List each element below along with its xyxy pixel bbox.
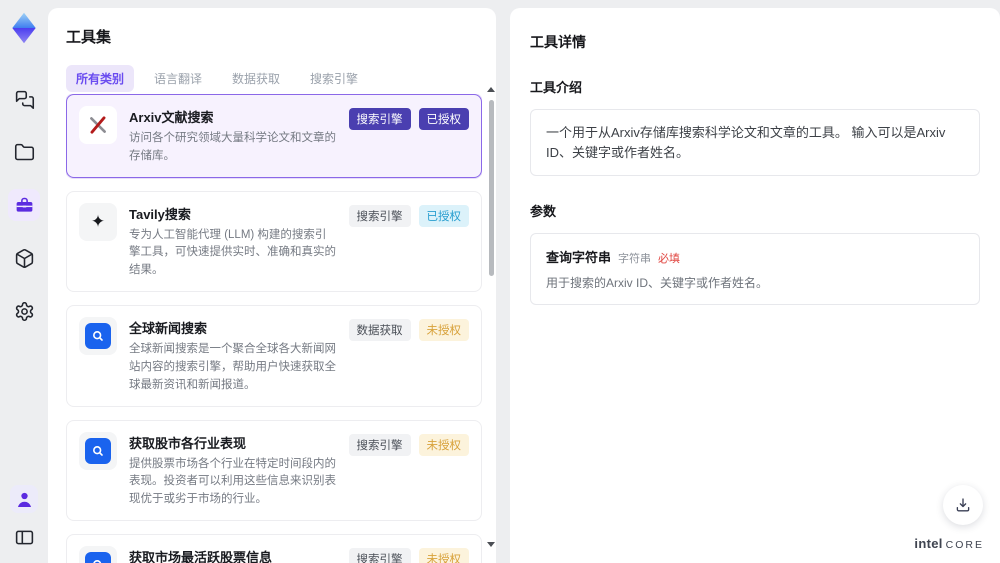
tool-description: 专为人工智能代理 (LLM) 构建的搜索引擎工具，可快速提供实时、准确和真实的结…	[129, 228, 336, 277]
tool-list: Arxiv文献搜索 访问各个研究领域大量科学论文和文章的存储库。 搜索引擎 已授…	[66, 94, 482, 563]
tab-data-fetch[interactable]: 数据获取	[222, 65, 290, 92]
sidebar-item-settings[interactable]	[8, 295, 40, 327]
tool-description: 提供股票市场各个行业在特定时间段内的表现。投资者可以利用这些信息来识别表现优于或…	[129, 457, 336, 506]
blue-magnifier-app-icon	[79, 545, 117, 563]
status-badge: 未授权	[418, 433, 469, 456]
toolbox-icon	[16, 197, 32, 212]
cube-icon	[15, 248, 33, 268]
intro-card: 一个用于从Arxiv存储库搜索科学论文和文章的工具。 输入可以是Arxiv ID…	[530, 109, 980, 176]
tab-all-categories[interactable]: 所有类别	[66, 65, 135, 92]
category-tabs: 所有类别 语言翻译 数据获取 搜索引擎	[66, 65, 496, 92]
tool-card-most-active-stocks[interactable]: 获取市场最活跃股票信息 提供当天交易量最高的股票列表，投资者可以利用这些信息来识…	[66, 533, 482, 563]
tab-search-engine[interactable]: 搜索引擎	[300, 65, 368, 92]
sidebar-item-files[interactable]	[8, 136, 40, 168]
status-badge: 已授权	[418, 108, 469, 130]
sidebar-item-account[interactable]	[10, 485, 38, 513]
tool-name: Arxiv文献搜索	[129, 110, 214, 125]
parameter-card: 查询字符串 字符串 必填 用于搜索的Arxiv ID、关键字或作者姓名。	[530, 233, 980, 305]
scrollbar-up-arrow[interactable]	[487, 87, 495, 92]
app-logo-icon	[12, 12, 36, 44]
tool-name: 获取市场最活跃股票信息	[129, 549, 273, 563]
folder-icon	[14, 143, 34, 160]
param-type: 字符串	[618, 253, 652, 265]
intro-heading: 工具介绍	[530, 80, 583, 95]
status-badge: 未授权	[418, 319, 469, 342]
sidebar-item-chat[interactable]	[8, 83, 40, 115]
blue-magnifier-app-icon	[79, 431, 117, 470]
tool-description: 访问各个研究领域大量科学论文和文章的存储库。	[129, 132, 336, 162]
tool-card-global-news[interactable]: 全球新闻搜索 全球新闻搜索是一个聚合全球各大新闻网站内容的搜索引擎，帮助用户快速…	[66, 305, 482, 407]
page-title: 工具集	[66, 29, 112, 46]
intel-core-logo: intel CORE	[914, 536, 984, 551]
user-icon	[17, 492, 31, 507]
tool-list-panel: 工具集 所有类别 语言翻译 数据获取 搜索引擎 Arxiv文献搜索 访问各个研究…	[48, 8, 496, 563]
category-badge: 搜索引擎	[348, 108, 411, 130]
tool-name: 获取股市各行业表现	[129, 435, 247, 451]
status-badge: 未授权	[418, 547, 469, 563]
tool-card-tavily[interactable]: ✦ Tavily搜索 专为人工智能代理 (LLM) 构建的搜索引擎工具，可快速提…	[66, 190, 482, 293]
category-badge: 搜索引擎	[348, 547, 411, 563]
param-required-label: 必填	[658, 253, 681, 265]
category-badge: 数据获取	[348, 319, 411, 342]
status-badge: 已授权	[418, 204, 469, 227]
download-button[interactable]	[943, 485, 983, 525]
tool-description: 全球新闻搜索是一个聚合全球各大新闻网站内容的搜索引擎，帮助用户快速获取全球最新资…	[129, 343, 336, 391]
sparkle-icon: ✦	[79, 202, 117, 241]
brand-secondary: CORE	[945, 539, 984, 551]
tool-card-sector-performance[interactable]: 获取股市各行业表现 提供股票市场各个行业在特定时间段内的表现。投资者可以利用这些…	[66, 419, 482, 521]
tab-language-translation[interactable]: 语言翻译	[144, 65, 212, 92]
category-badge: 搜索引擎	[348, 433, 411, 456]
tool-name: Tavily搜索	[129, 206, 191, 222]
param-name: 查询字符串	[546, 250, 612, 265]
category-badge: 搜索引擎	[348, 204, 411, 227]
scrollbar-thumb[interactable]	[489, 100, 494, 276]
blue-magnifier-app-icon	[79, 317, 117, 356]
tool-card-arxiv[interactable]: Arxiv文献搜索 访问各个研究领域大量科学论文和文章的存储库。 搜索引擎 已授…	[66, 94, 482, 178]
panel-layout-icon	[15, 530, 33, 544]
scrollbar-down-arrow[interactable]	[487, 542, 495, 547]
sidebar-item-packages[interactable]	[8, 242, 40, 274]
tool-name: 全球新闻搜索	[129, 321, 208, 337]
detail-title: 工具详情	[530, 34, 586, 50]
intro-text: 一个用于从Arxiv存储库搜索科学论文和文章的工具。 输入可以是Arxiv ID…	[546, 125, 946, 160]
arxiv-logo-icon	[79, 106, 117, 144]
brand-primary: intel	[914, 536, 943, 551]
download-icon	[956, 498, 970, 512]
sidebar-item-panel-toggle[interactable]	[8, 521, 40, 553]
param-description: 用于搜索的Arxiv ID、关键字或作者姓名。	[546, 276, 769, 290]
tool-detail-panel: 工具详情 工具介绍 一个用于从Arxiv存储库搜索科学论文和文章的工具。 输入可…	[510, 8, 1000, 563]
gear-icon	[15, 301, 33, 321]
sidebar-item-tools[interactable]	[8, 189, 40, 221]
chat-icon	[15, 90, 34, 109]
app-rail	[0, 0, 48, 563]
params-heading: 参数	[530, 204, 557, 219]
